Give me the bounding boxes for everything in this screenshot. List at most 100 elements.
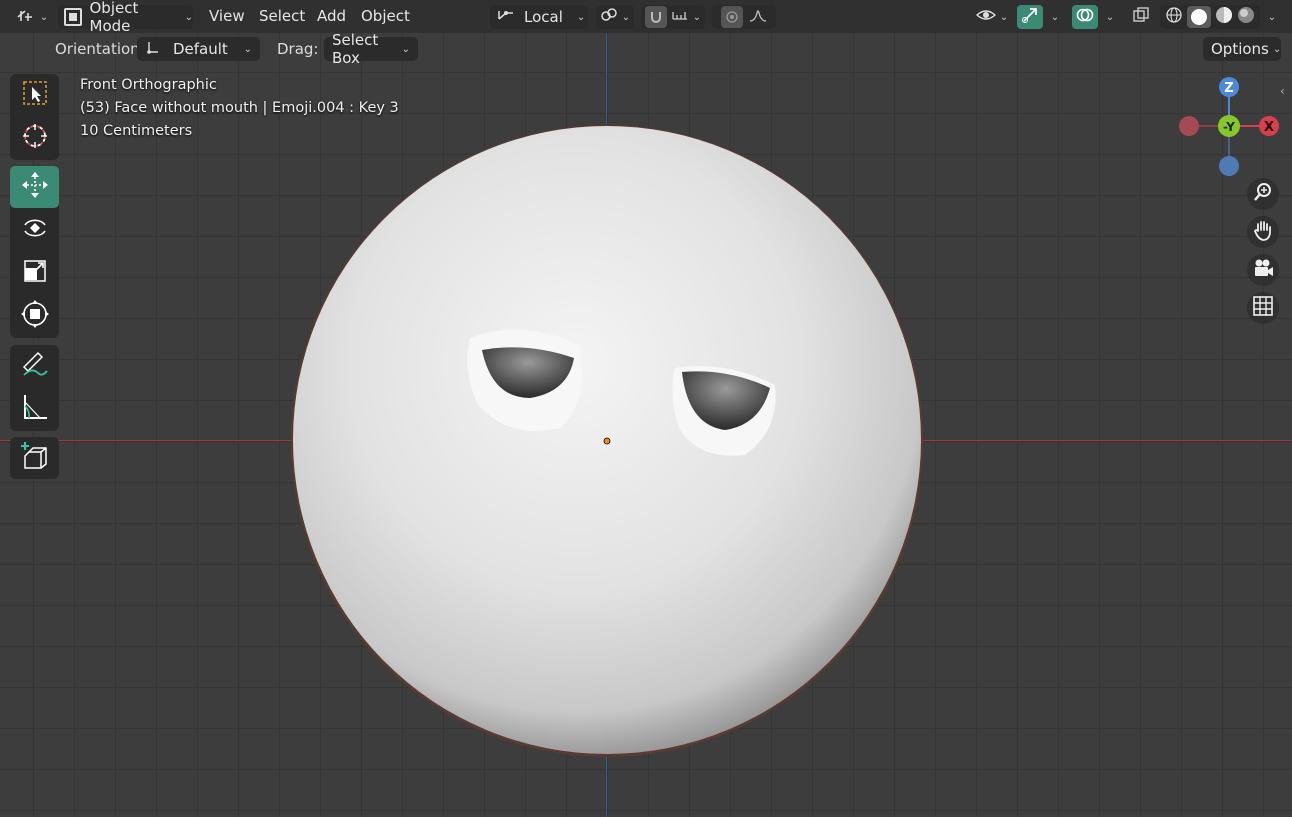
editor-type-icon xyxy=(16,7,36,27)
object-info: (53) Face without mouth | Emoji.004 : Ke… xyxy=(80,100,399,116)
options-label: Options xyxy=(1211,40,1269,58)
scale-tool[interactable] xyxy=(10,252,59,294)
transform-tool[interactable] xyxy=(10,295,59,337)
overlays-dropdown[interactable]: ⌄ xyxy=(1099,5,1121,29)
view-name: Front Orthographic xyxy=(80,77,217,93)
falloff-curve-icon xyxy=(749,7,767,27)
proportional-edit-icon xyxy=(721,6,743,28)
svg-text:Z: Z xyxy=(1224,81,1233,96)
zoom-button[interactable] xyxy=(1247,178,1279,210)
grid-scale: 10 Centimeters xyxy=(80,123,193,139)
annotate-icon xyxy=(20,349,50,383)
measure-icon xyxy=(20,392,50,426)
orientation-dropdown[interactable]: Default ⌄ xyxy=(137,37,260,61)
chevron-down-icon: ⌄ xyxy=(1050,11,1060,23)
svg-text:-Y: -Y xyxy=(1223,120,1235,134)
sidebar-toggle-icon[interactable]: ‹ xyxy=(1280,84,1285,98)
material-shading-icon[interactable] xyxy=(1215,6,1233,28)
chevron-down-icon: ⌄ xyxy=(243,43,252,55)
viewport-header: ⌄ Object Mode ⌄ View Select Add Object L… xyxy=(0,0,1292,35)
hand-icon xyxy=(1252,219,1274,245)
tool-settings-bar: Orientation: Default ⌄ Drag: Select Box … xyxy=(0,31,1292,67)
select-box-tool[interactable] xyxy=(10,74,59,116)
drag-value: Select Box xyxy=(332,31,379,67)
drag-dropdown[interactable]: Select Box ⌄ xyxy=(324,31,418,67)
chevron-down-icon: ⌄ xyxy=(999,11,1009,23)
chevron-down-icon: ⌄ xyxy=(692,11,702,23)
zoom-icon xyxy=(1252,181,1274,207)
camera-view-button[interactable] xyxy=(1247,254,1279,286)
mode-dropdown[interactable]: Object Mode ⌄ xyxy=(58,0,193,35)
gizmo-dropdown[interactable]: ⌄ xyxy=(1044,5,1066,29)
xray-toggle[interactable] xyxy=(1129,5,1153,29)
xray-icon xyxy=(1132,6,1150,28)
visibility-dropdown[interactable]: ⌄ xyxy=(972,5,1012,29)
3d-viewport[interactable] xyxy=(0,0,1292,817)
chevron-down-icon: ⌄ xyxy=(1272,43,1282,55)
rotate-icon xyxy=(20,213,50,247)
ortho-toggle-button[interactable] xyxy=(1247,292,1279,324)
orientation-icon xyxy=(496,7,516,27)
grid-icon xyxy=(1252,295,1274,321)
magnet-icon xyxy=(644,6,667,28)
chevron-down-icon: ⌄ xyxy=(576,11,586,23)
chevron-down-icon: ⌄ xyxy=(1267,11,1277,23)
chevron-down-icon: ⌄ xyxy=(621,11,631,23)
gizmo-x-axis[interactable]: X xyxy=(1259,116,1279,136)
gizmo-icon xyxy=(1021,6,1039,28)
chevron-down-icon: ⌄ xyxy=(184,11,193,23)
menu-add[interactable]: Add xyxy=(317,7,346,25)
chevron-down-icon: ⌄ xyxy=(39,11,49,23)
cursor-icon xyxy=(21,122,49,154)
object-mode-icon xyxy=(64,8,82,26)
svg-text:X: X xyxy=(1264,120,1274,135)
wireframe-shading-icon[interactable] xyxy=(1165,6,1183,28)
options-dropdown[interactable]: Options ⌄ xyxy=(1203,37,1281,61)
orientation-value: Default xyxy=(173,40,228,58)
menu-select[interactable]: Select xyxy=(259,7,305,25)
shading-modes xyxy=(1160,5,1260,29)
solid-shading-icon[interactable] xyxy=(1187,6,1211,28)
orientation-label: Local xyxy=(524,8,563,26)
snap-increment-icon xyxy=(671,8,689,26)
toolbar-group-select xyxy=(10,74,59,160)
move-icon xyxy=(20,170,50,204)
proportional-edit-group[interactable] xyxy=(712,5,776,29)
chevron-down-icon: ⌄ xyxy=(1105,11,1115,23)
shading-dropdown[interactable]: ⌄ xyxy=(1262,5,1282,29)
rendered-shading-icon[interactable] xyxy=(1237,6,1255,28)
eye-icon xyxy=(975,7,996,27)
add-cube-tool[interactable] xyxy=(10,437,59,479)
drag-label: Drag: xyxy=(277,40,319,58)
gizmo-z-axis[interactable]: Z xyxy=(1219,77,1239,97)
rotate-tool[interactable] xyxy=(10,209,59,251)
toolbar-group-transform xyxy=(10,166,59,338)
transform-orientation-dropdown[interactable]: Local ⌄ xyxy=(490,5,588,29)
scale-icon xyxy=(20,256,50,290)
measure-tool[interactable] xyxy=(10,388,59,430)
mode-label: Object Mode xyxy=(89,0,139,35)
toolbar-group-annotate xyxy=(10,345,59,431)
chevron-down-icon: ⌄ xyxy=(401,43,410,55)
navigation-gizmo[interactable]: Z X -Y xyxy=(1170,70,1290,185)
overlays-toggle[interactable] xyxy=(1072,5,1098,29)
snap-dropdown[interactable]: ⌄ xyxy=(641,5,705,29)
pivot-point-dropdown[interactable]: ⌄ xyxy=(596,5,634,29)
add-cube-icon xyxy=(19,440,51,476)
menu-view[interactable]: View xyxy=(209,7,245,25)
move-tool[interactable] xyxy=(10,166,59,208)
gizmo-toggle[interactable] xyxy=(1017,5,1043,29)
cursor-tool[interactable] xyxy=(10,117,59,159)
editor-type-button[interactable]: ⌄ xyxy=(14,5,50,29)
toolbar-group-add xyxy=(10,437,59,479)
emoji-sphere-mesh[interactable] xyxy=(0,0,1292,817)
annotate-tool[interactable] xyxy=(10,345,59,387)
camera-icon xyxy=(1252,257,1274,283)
orientation-label: Orientation: xyxy=(55,40,145,58)
transform-icon xyxy=(20,299,50,333)
link-icon xyxy=(600,7,618,27)
pan-button[interactable] xyxy=(1247,216,1279,248)
menu-object[interactable]: Object xyxy=(361,7,410,25)
gizmo-y-axis[interactable]: -Y xyxy=(1218,115,1240,137)
overlays-icon xyxy=(1076,6,1094,28)
